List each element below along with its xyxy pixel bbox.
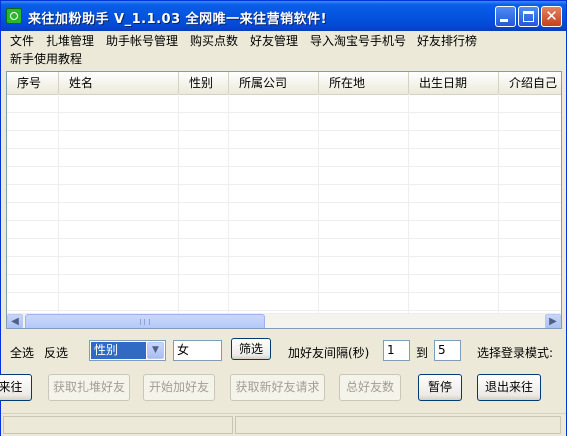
chevron-left-icon: ◀ [11, 316, 19, 327]
select-all-link[interactable]: 全选 [10, 344, 34, 361]
grid-header: 序号 姓名 性别 所属公司 所在地 出生日期 介绍自己 [7, 72, 561, 95]
status-bar [1, 413, 566, 436]
grid-column-line [178, 94, 179, 314]
invert-selection-link[interactable]: 反选 [44, 344, 68, 361]
app-icon [6, 8, 22, 24]
grid-row-line [7, 148, 561, 149]
grid-row-line [7, 166, 561, 167]
menu-file[interactable]: 文件 [10, 32, 34, 50]
grid-column-line [498, 94, 499, 314]
minimize-button[interactable] [495, 6, 516, 27]
friend-list-grid[interactable]: 序号 姓名 性别 所属公司 所在地 出生日期 介绍自己 ◀ ▶ [6, 71, 562, 329]
menu-friend-management[interactable]: 好友管理 [250, 32, 298, 50]
filter-field-value: 性别 [91, 342, 146, 359]
menu-tutorial[interactable]: 新手使用教程 [10, 50, 82, 68]
grid-row-line [7, 292, 561, 293]
filter-value-input[interactable]: 女 [173, 340, 222, 361]
total-friends-button[interactable]: 总好友数 [339, 374, 401, 401]
close-button[interactable]: ✕ [541, 6, 562, 27]
pause-button[interactable]: 暂停 [418, 374, 462, 401]
exit-button[interactable]: 退出来往 [477, 374, 541, 401]
start-adding-button[interactable]: 开始加好友 [143, 374, 215, 401]
grid-column-line [228, 94, 229, 314]
grid-row-line [7, 202, 561, 203]
scrollbar-thumb[interactable] [25, 314, 265, 328]
login-button[interactable]: 来往 [0, 374, 32, 401]
filter-button[interactable]: 筛选 [231, 338, 271, 360]
menu-buy-points[interactable]: 购买点数 [190, 32, 238, 50]
grid-row-line [7, 184, 561, 185]
column-header-name[interactable]: 姓名 [59, 72, 179, 94]
grid-row-line [7, 112, 561, 113]
menu-import-taobao[interactable]: 导入淘宝号手机号 [310, 32, 406, 50]
interval-to-input[interactable]: 5 [434, 340, 461, 361]
column-header-company[interactable]: 所属公司 [229, 72, 319, 94]
column-header-intro[interactable]: 介绍自己 [499, 72, 561, 94]
column-header-location[interactable]: 所在地 [319, 72, 409, 94]
grid-row-line [7, 220, 561, 221]
interval-label: 加好友间隔(秒) [288, 346, 370, 360]
close-icon: ✕ [545, 7, 558, 25]
scroll-right-button[interactable]: ▶ [545, 314, 561, 328]
chevron-down-icon[interactable]: ▼ [147, 342, 164, 359]
filter-field-select[interactable]: 性别 ▼ [89, 340, 166, 361]
column-header-birthdate[interactable]: 出生日期 [409, 72, 499, 94]
scroll-left-button[interactable]: ◀ [7, 314, 23, 328]
grid-column-line [408, 94, 409, 314]
grid-column-line [58, 94, 59, 314]
interval-from-input[interactable]: 1 [383, 340, 410, 361]
status-panel [235, 416, 561, 434]
grid-column-line [318, 94, 319, 314]
grip-icon [140, 319, 150, 325]
grid-row-line [7, 130, 561, 131]
grid-row-line [7, 310, 561, 311]
status-panel [3, 416, 233, 434]
horizontal-scrollbar[interactable]: ◀ ▶ [7, 313, 561, 328]
column-header-index[interactable]: 序号 [7, 72, 59, 94]
window-title: 来往加粉助手 V_1.1.03 全网唯一来往营销软件! [28, 12, 328, 27]
interval-to-label: 到 [416, 346, 429, 360]
menu-helper-account[interactable]: 助手帐号管理 [106, 32, 178, 50]
fetch-group-friends-button[interactable]: 获取扎堆好友 [48, 374, 130, 401]
grid-row-line [7, 238, 561, 239]
grid-row-line [7, 256, 561, 257]
fetch-new-requests-button[interactable]: 获取新好友请求 [230, 374, 325, 401]
menu-bar: 文件 扎堆管理 助手帐号管理 购买点数 好友管理 导入淘宝号手机号 好友排行榜 … [1, 31, 566, 67]
maximize-button[interactable] [518, 6, 539, 27]
chevron-right-icon: ▶ [549, 316, 557, 327]
login-mode-label: 选择登录模式: [477, 346, 554, 360]
column-header-gender[interactable]: 性别 [179, 72, 229, 94]
main-window: 来往加粉助手 V_1.1.03 全网唯一来往营销软件! ✕ 文件 扎堆管理 助手… [0, 0, 567, 436]
menu-friend-ranking[interactable]: 好友排行榜 [417, 32, 477, 50]
menu-group-management[interactable]: 扎堆管理 [46, 32, 94, 50]
grid-row-line [7, 274, 561, 275]
title-bar[interactable]: 来往加粉助手 V_1.1.03 全网唯一来往营销软件! ✕ [1, 1, 566, 31]
